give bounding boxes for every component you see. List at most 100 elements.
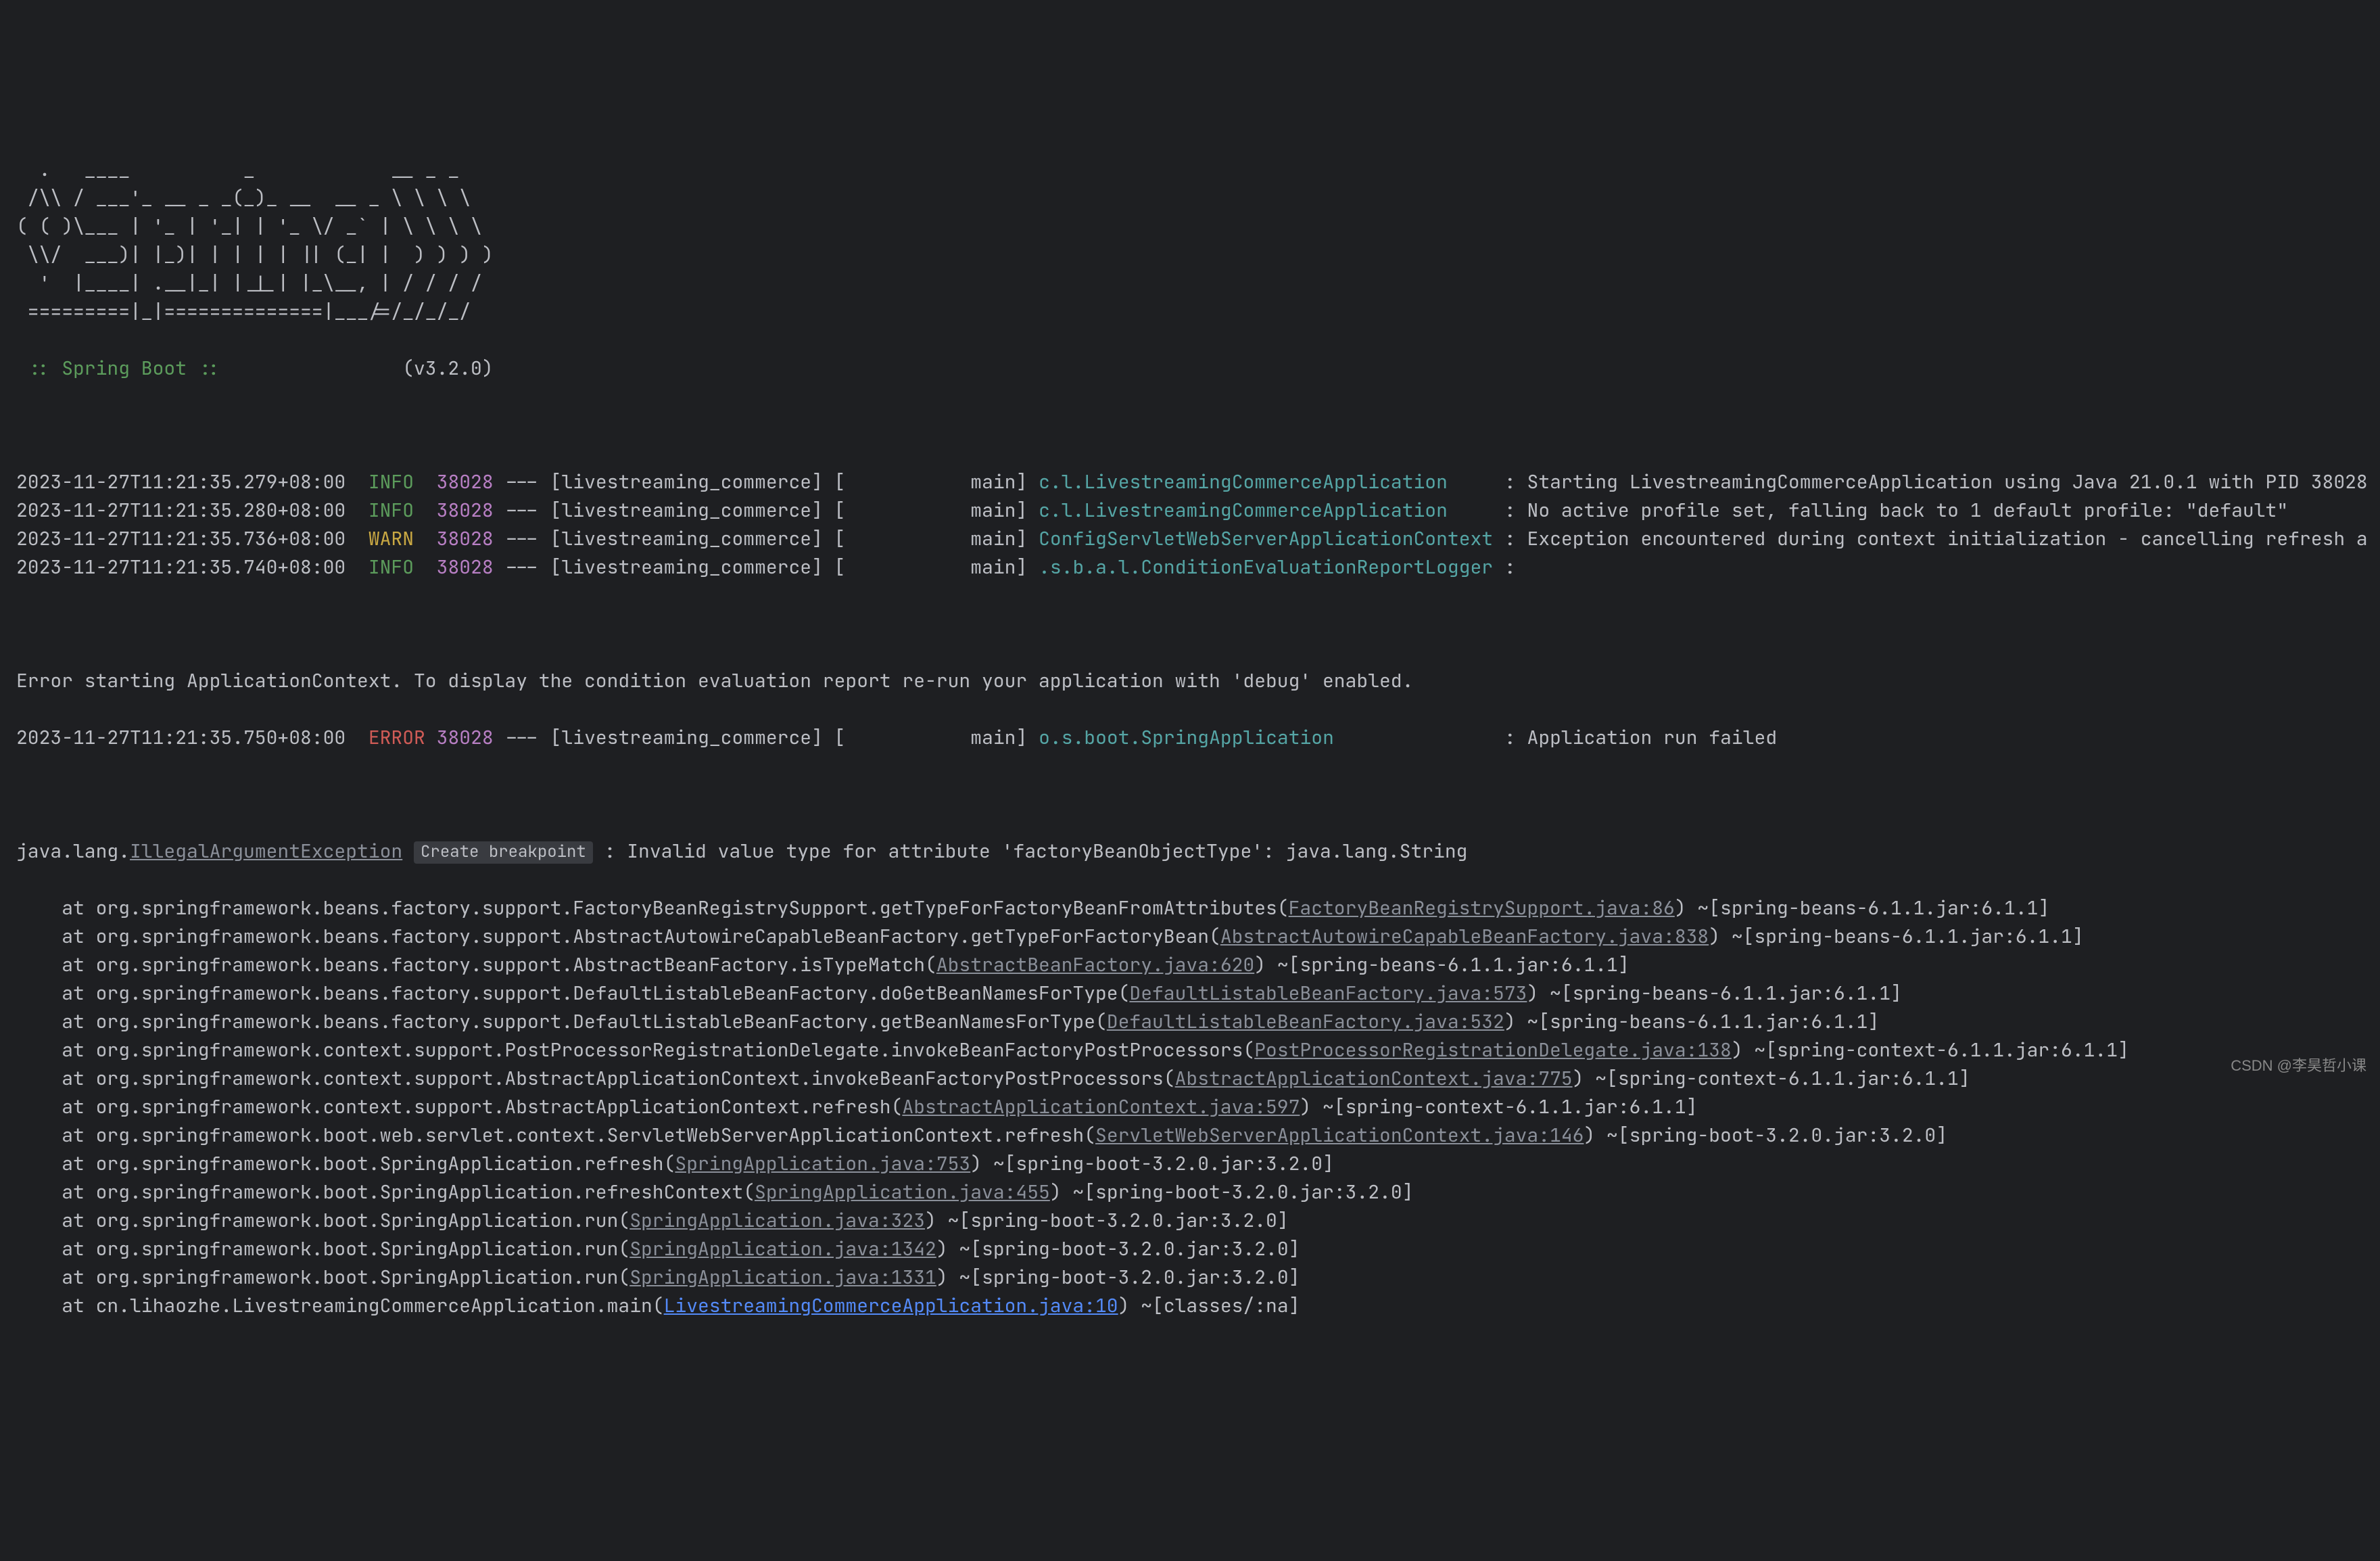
timestamp: 2023-11-27T11:21:35.280+08:00 [16, 498, 346, 523]
source-link[interactable]: DefaultListableBeanFactory.java:532 [1107, 1009, 1504, 1034]
stack-frame: at org.springframework.boot.SpringApplic… [16, 1150, 2364, 1178]
timestamp: 2023-11-27T11:21:35.750+08:00 [16, 725, 346, 750]
stack-prefix: at org.springframework.boot.SpringApplic… [16, 1151, 675, 1176]
timestamp: 2023-11-27T11:21:35.740+08:00 [16, 555, 346, 580]
exception-prefix: java.lang. [16, 839, 130, 864]
stack-frame: at org.springframework.context.support.A… [16, 1093, 2364, 1121]
stack-frame: at org.springframework.context.support.P… [16, 1036, 2364, 1065]
stack-suffix: ) ~[spring-boot-3.2.0.jar:3.2.0] [936, 1265, 1300, 1290]
source-link[interactable]: LivestreamingCommerceApplication.java:10 [664, 1293, 1118, 1318]
log-message: : Starting LivestreamingCommerceApplicat… [1504, 469, 2368, 494]
sep [346, 725, 368, 750]
spring-version: (v3.2.0) [232, 356, 493, 381]
stack-frame: at org.springframework.context.support.A… [16, 1065, 2364, 1093]
stack-suffix: ) ~[spring-boot-3.2.0.jar:3.2.0] [1584, 1123, 1947, 1148]
source-link[interactable]: SpringApplication.java:455 [755, 1180, 1050, 1205]
stack-suffix: ) ~[spring-beans-6.1.1.jar:6.1.1] [1504, 1009, 1879, 1034]
stack-suffix: ) ~[spring-boot-3.2.0.jar:3.2.0] [936, 1236, 1300, 1261]
sep: --- [494, 469, 550, 494]
spring-boot-line: :: Spring Boot :: (v3.2.0) [16, 354, 2364, 383]
sep: --- [494, 526, 550, 551]
thread: [livestreaming_commerce] [ main] [550, 526, 1028, 551]
stack-frame: at org.springframework.boot.SpringApplic… [16, 1178, 2364, 1207]
log-line: 2023-11-27T11:21:35.279+08:00 INFO 38028… [16, 468, 2364, 496]
log-message: : [1504, 555, 1527, 580]
stack-prefix: at org.springframework.beans.factory.sup… [16, 895, 1289, 921]
pid: 38028 [437, 526, 494, 551]
pid: 38028 [437, 469, 494, 494]
stack-prefix: at org.springframework.context.support.A… [16, 1094, 902, 1119]
stack-frame: at org.springframework.boot.SpringApplic… [16, 1263, 2364, 1292]
source-link[interactable]: PostProcessorRegistrationDelegate.java:1… [1254, 1038, 1732, 1063]
timestamp: 2023-11-27T11:21:35.279+08:00 [16, 469, 346, 494]
stack-prefix: at org.springframework.context.support.A… [16, 1066, 1175, 1091]
timestamp: 2023-11-27T11:21:35.736+08:00 [16, 526, 346, 551]
spring-banner: . ____ _ __ _ _ /\\ / ___'_ __ _ _(_)_ _… [16, 156, 2364, 326]
logger-name: c.l.LivestreamingCommerceApplication [1039, 498, 1493, 523]
logger-name: o.s.boot.SpringApplication [1039, 725, 1493, 750]
source-link[interactable]: SpringApplication.java:1342 [629, 1236, 936, 1261]
source-link[interactable]: AbstractApplicationContext.java:775 [1175, 1066, 1573, 1091]
thread: [livestreaming_commerce] [ main] [550, 555, 1028, 580]
stack-prefix: at org.springframework.context.support.P… [16, 1038, 1254, 1063]
sep [346, 498, 368, 523]
log-message: : Application run failed [1504, 725, 1777, 750]
stack-prefix: at org.springframework.beans.factory.sup… [16, 1009, 1107, 1034]
stack-suffix: ) ~[spring-context-6.1.1.jar:6.1.1] [1573, 1066, 1970, 1091]
log-level: INFO [368, 498, 425, 523]
stack-suffix: ) ~[spring-boot-3.2.0.jar:3.2.0] [970, 1151, 1334, 1176]
console-output: . ____ _ __ _ _ /\\ / ___'_ __ _ _(_)_ _… [16, 127, 2364, 1349]
stack-frame: at org.springframework.beans.factory.sup… [16, 979, 2364, 1008]
source-link[interactable]: AbstractBeanFactory.java:620 [936, 952, 1254, 977]
exception-class-link[interactable]: IllegalArgumentException [130, 839, 402, 864]
logger-name: c.l.LivestreamingCommerceApplication [1039, 469, 1493, 494]
pid: 38028 [437, 725, 494, 750]
log-line: 2023-11-27T11:21:35.736+08:00 WARN 38028… [16, 525, 2364, 553]
sep [346, 469, 368, 494]
sep [346, 555, 368, 580]
blank-line [16, 610, 2364, 638]
stack-prefix: at org.springframework.boot.SpringApplic… [16, 1208, 629, 1233]
stack-prefix: at org.springframework.boot.web.servlet.… [16, 1123, 1095, 1148]
exception-message: : Invalid value type for attribute 'fact… [593, 839, 1468, 864]
stack-prefix: at org.springframework.boot.SpringApplic… [16, 1180, 755, 1205]
source-link[interactable]: AbstractAutowireCapableBeanFactory.java:… [1220, 924, 1709, 949]
source-link[interactable]: DefaultListableBeanFactory.java:573 [1129, 981, 1527, 1006]
logger-name: .s.b.a.l.ConditionEvaluationReportLogger [1039, 555, 1493, 580]
stack-suffix: ) ~[spring-context-6.1.1.jar:6.1.1] [1300, 1094, 1697, 1119]
log-level: INFO [368, 469, 425, 494]
stack-prefix: at org.springframework.beans.factory.sup… [16, 952, 936, 977]
log-level: INFO [368, 555, 425, 580]
stack-frame: at org.springframework.beans.factory.sup… [16, 923, 2364, 951]
exception-line: java.lang.IllegalArgumentException Creat… [16, 837, 2364, 866]
stack-suffix: ) ~[spring-beans-6.1.1.jar:6.1.1] [1527, 981, 1901, 1006]
stack-frame: at org.springframework.beans.factory.sup… [16, 951, 2364, 979]
pid: 38028 [437, 498, 494, 523]
stack-frame: at org.springframework.boot.SpringApplic… [16, 1207, 2364, 1235]
source-link[interactable]: AbstractApplicationContext.java:597 [902, 1094, 1300, 1119]
source-link[interactable]: FactoryBeanRegistrySupport.java:86 [1289, 895, 1675, 921]
source-link[interactable]: SpringApplication.java:753 [675, 1151, 970, 1176]
source-link[interactable]: ServletWebServerApplicationContext.java:… [1095, 1123, 1584, 1148]
stack-prefix: at org.springframework.boot.SpringApplic… [16, 1265, 629, 1290]
stack-frame: at org.springframework.boot.SpringApplic… [16, 1235, 2364, 1263]
create-breakpoint-button[interactable]: Create breakpoint [414, 841, 593, 864]
pid: 38028 [437, 555, 494, 580]
error-log-line: 2023-11-27T11:21:35.750+08:00 ERROR 3802… [16, 724, 2364, 752]
spring-label: :: Spring Boot :: [16, 356, 232, 381]
source-link[interactable]: SpringApplication.java:1331 [629, 1265, 936, 1290]
stack-prefix: at org.springframework.beans.factory.sup… [16, 924, 1220, 949]
log-message: : Exception encountered during context i… [1504, 526, 2368, 551]
stack-suffix: ) ~[spring-boot-3.2.0.jar:3.2.0] [1050, 1180, 1414, 1205]
stack-suffix: ) ~[spring-beans-6.1.1.jar:6.1.1] [1254, 952, 1629, 977]
stack-frame: at org.springframework.beans.factory.sup… [16, 894, 2364, 923]
stack-suffix: ) ~[classes/:na] [1118, 1293, 1300, 1318]
stack-suffix: ) ~[spring-boot-3.2.0.jar:3.2.0] [925, 1208, 1289, 1233]
sep [346, 526, 368, 551]
stack-suffix: ) ~[spring-context-6.1.1.jar:6.1.1] [1732, 1038, 2129, 1063]
stack-frame: at org.springframework.boot.web.servlet.… [16, 1121, 2364, 1150]
logger-name: ConfigServletWebServerApplicationContext [1039, 526, 1493, 551]
stack-prefix: at cn.lihaozhe.LivestreamingCommerceAppl… [16, 1293, 664, 1318]
source-link[interactable]: SpringApplication.java:323 [629, 1208, 925, 1233]
thread: [livestreaming_commerce] [ main] [550, 498, 1028, 523]
